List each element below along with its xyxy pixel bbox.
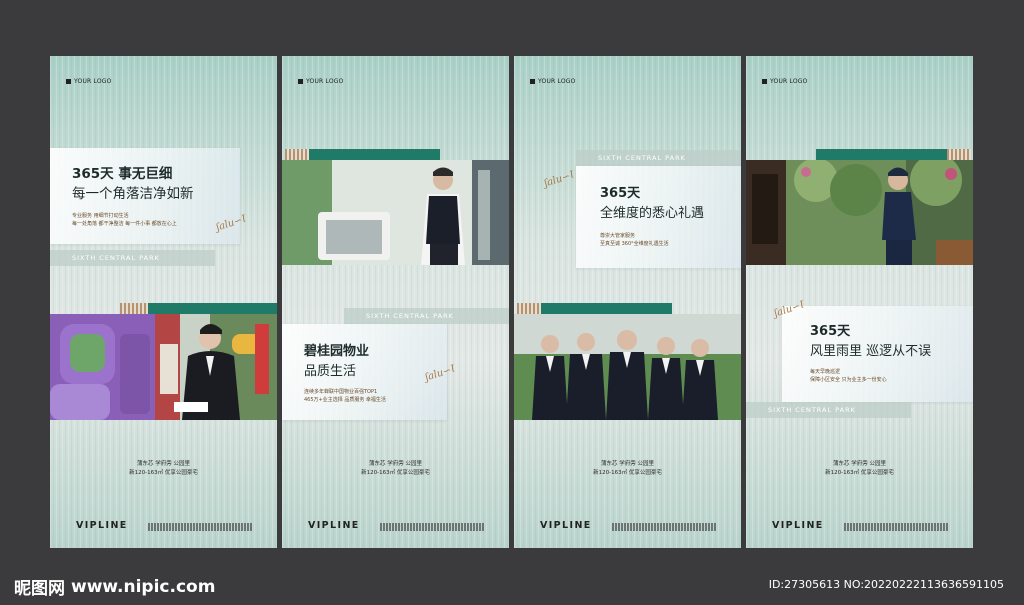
body-line-2: 每一处角落 都干净整洁 每一件小事 都放在心上 <box>72 221 177 227</box>
photo-concierge <box>282 160 509 265</box>
headline-box: 365天 事无巨细 每一个角落洁净如新 专业服务 用细节打动生活 每一处角落 都… <box>50 148 240 244</box>
logo-mark-icon <box>298 79 303 84</box>
logo-mark-icon <box>66 79 71 84</box>
stripe-accent <box>517 303 541 314</box>
foot-line-1: 蒲东芯 学府旁 公园里 <box>833 461 886 467</box>
brand-name: VIPLINE <box>308 520 360 531</box>
park-bar: SIXTH CENTRAL PARK <box>576 150 741 166</box>
poster-2: YOUR LOGO SIXTH CENTRAL PARK 碧桂园物业 品质生活 … <box>282 56 509 548</box>
headline-subtitle: 每一个角落洁净如新 <box>72 186 194 202</box>
foot-line-2: 新120-163㎡ 优享公园豪宅 <box>129 470 198 476</box>
park-label: SIXTH CENTRAL PARK <box>72 254 160 262</box>
park-label: SIXTH CENTRAL PARK <box>598 154 686 162</box>
logo: YOUR LOGO <box>530 78 576 85</box>
headline-box: 碧桂园物业 品质生活 连续多年蝉联中国物业百强TOP1 465万+业主选择 品质… <box>282 324 447 420</box>
headline-box: 365天 全维度的悉心礼遇 尊崇大管家服务 至真至诚 360°全维度礼遇生活 <box>576 166 741 268</box>
body-line-1: 专业服务 用细节打动生活 <box>72 213 129 219</box>
logo: YOUR LOGO <box>762 78 808 85</box>
park-label: SIXTH CENTRAL PARK <box>768 406 856 414</box>
body-line-2: 保障小区安全 只为业主多一份安心 <box>810 377 887 383</box>
logo-mark-icon <box>762 79 767 84</box>
brand-name: VIPLINE <box>772 520 824 531</box>
foot-line-2: 新120-163㎡ 优享公园豪宅 <box>593 470 662 476</box>
brand-name: VIPLINE <box>540 520 592 531</box>
watermark-site-url: www.nipic.com <box>71 576 216 597</box>
accent-bar <box>148 303 277 314</box>
park-bar: SIXTH CENTRAL PARK <box>344 308 509 324</box>
accent-bar <box>541 303 672 314</box>
logo: YOUR LOGO <box>66 78 112 85</box>
foot-line-2: 新120-163㎡ 优享公园豪宅 <box>361 470 430 476</box>
logo-text: YOUR LOGO <box>306 78 344 85</box>
brand-name: VIPLINE <box>76 520 128 531</box>
logo: YOUR LOGO <box>298 78 344 85</box>
watermark-id: ID:27305613 NO:20220222113636591105 <box>768 578 1004 591</box>
foot-line-2: 新120-163㎡ 优享公园豪宅 <box>825 470 894 476</box>
logo-text: YOUR LOGO <box>74 78 112 85</box>
park-label: SIXTH CENTRAL PARK <box>366 312 454 320</box>
body-line-1: 尊崇大管家服务 <box>600 233 636 239</box>
foot-line-1: 蒲东芯 学府旁 公园里 <box>137 461 190 467</box>
photo-service-team <box>514 314 741 420</box>
logo-text: YOUR LOGO <box>538 78 576 85</box>
headline-subtitle: 品质生活 <box>304 364 357 379</box>
logo-mark-icon <box>530 79 535 84</box>
headline-title: 365天 事无巨细 <box>72 166 173 182</box>
headline-box: 365天 风里雨里 巡逻从不误 每天早晚巡逻 保障小区安全 只为业主多一份安心 <box>782 306 973 402</box>
accent-bar <box>309 149 440 160</box>
headline-subtitle: 全维度的悉心礼遇 <box>600 206 705 221</box>
foot-line-1: 蒲东芯 学府旁 公园里 <box>601 461 654 467</box>
park-bar: SIXTH CENTRAL PARK <box>746 402 911 418</box>
stripe-accent <box>120 303 148 314</box>
body-line-1: 每天早晚巡逻 <box>810 369 841 375</box>
brand-dots <box>380 523 484 531</box>
brand-dots <box>148 523 252 531</box>
watermark-site-cn: 昵图网 <box>14 579 65 599</box>
stripe-accent <box>947 149 971 160</box>
headline-title: 365天 <box>810 324 851 339</box>
brand-dots <box>612 523 716 531</box>
body-line-2: 至真至诚 360°全维度礼遇生活 <box>600 241 669 247</box>
stripe-accent <box>285 149 309 160</box>
poster-4: YOUR LOGO 365天 风里雨里 巡逻从不误 每天早晚巡逻 保障小区安全 … <box>746 56 973 548</box>
accent-bar <box>816 149 947 160</box>
brand-dots <box>844 523 948 531</box>
poster-3: YOUR LOGO SIXTH CENTRAL PARK 365天 全维度的悉心… <box>514 56 741 548</box>
foot-line-1: 蒲东芯 学府旁 公园里 <box>369 461 422 467</box>
photo-security-guard <box>746 160 973 265</box>
poster-1: YOUR LOGO 365天 事无巨细 每一个角落洁净如新 专业服务 用细节打动… <box>50 56 277 548</box>
body-line-2: 465万+业主选择 品质服务 幸福生活 <box>304 397 386 403</box>
park-bar: SIXTH CENTRAL PARK <box>50 250 215 266</box>
logo-text: YOUR LOGO <box>770 78 808 85</box>
watermark-site: 昵图网 www.nipic.com <box>14 574 216 600</box>
body-line-1: 连续多年蝉联中国物业百强TOP1 <box>304 389 378 395</box>
headline-title: 碧桂园物业 <box>304 344 370 359</box>
signature-icon: ʃalu∽Ɩ <box>543 169 576 190</box>
headline-title: 365天 <box>600 186 641 201</box>
headline-subtitle: 风里雨里 巡逻从不误 <box>810 344 932 359</box>
photo-cleaning-staff <box>50 314 277 420</box>
